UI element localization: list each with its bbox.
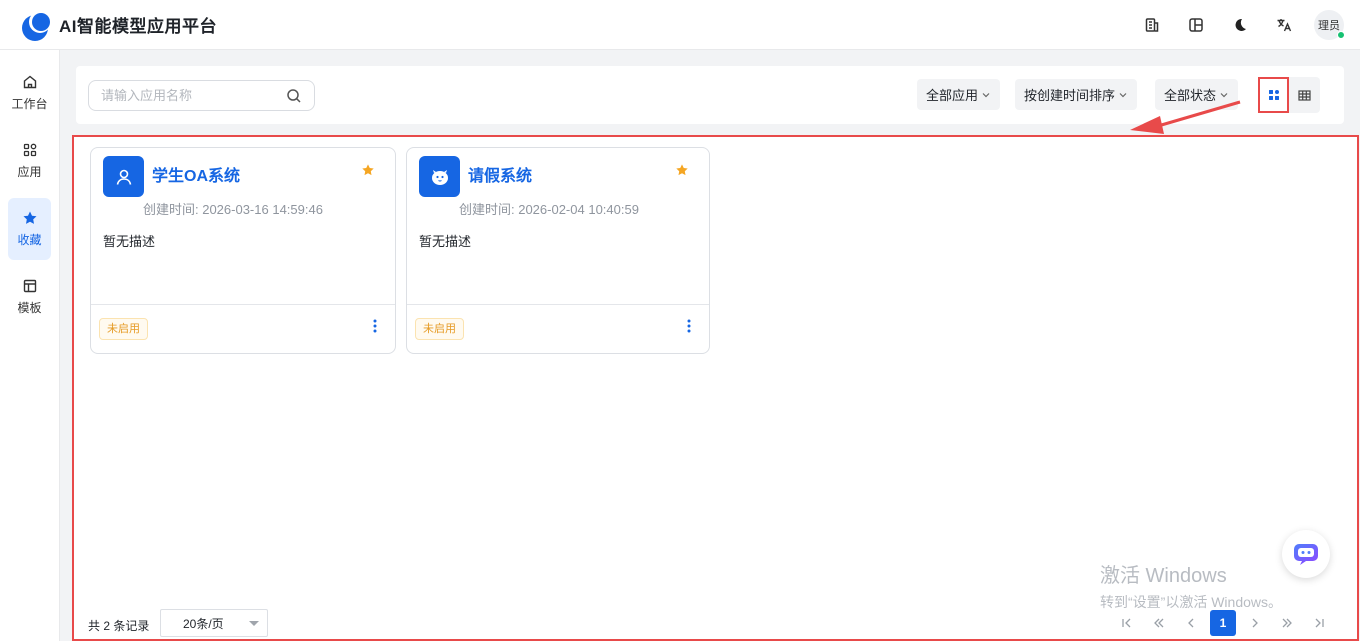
- app-title: AI智能模型应用平台: [59, 17, 217, 36]
- star-icon: [23, 211, 36, 224]
- grid-icon: [1268, 90, 1279, 100]
- first-page-icon[interactable]: [1111, 610, 1143, 636]
- search-box: [88, 80, 315, 111]
- home-icon: [23, 75, 36, 89]
- chatbot-button[interactable]: [1282, 530, 1330, 578]
- avatar-text: 理员: [1318, 20, 1340, 32]
- sidebar-item-label: 应用: [17, 165, 42, 179]
- sidebar-item-label: 收藏: [17, 233, 42, 247]
- favorite-star-icon[interactable]: [361, 163, 375, 177]
- online-status-dot: [1337, 31, 1345, 39]
- sidebar-item-label: 工作台: [11, 97, 48, 111]
- prev-group-icon[interactable]: [1143, 610, 1175, 636]
- status-filter-dropdown[interactable]: 全部状态: [1155, 79, 1239, 110]
- status-badge: 未启用: [415, 318, 464, 340]
- chatbot-icon: [1294, 544, 1318, 565]
- page-number-current[interactable]: 1: [1210, 610, 1236, 636]
- user-icon: [103, 156, 144, 197]
- watermark-line2: 转到“设置”以激活 Windows。: [1100, 594, 1283, 610]
- app-filter-label: 全部应用: [926, 88, 979, 103]
- filter-toolbar: 全部应用 按创建时间排序 全部状态: [76, 66, 1344, 124]
- translate-icon[interactable]: [1262, 0, 1306, 50]
- app-logo: [22, 10, 51, 41]
- sidebar: 工作台 应用 收藏 模板: [0, 50, 60, 641]
- more-vertical-icon[interactable]: [373, 319, 377, 333]
- building-icon[interactable]: [1130, 0, 1174, 50]
- created-time: 创建时间: 2026-02-04 10:40:59: [459, 202, 639, 217]
- card-footer: 未启用: [91, 304, 395, 354]
- caret-down-icon: [249, 621, 259, 626]
- bot-face-icon: [419, 156, 460, 197]
- chevron-down-icon: [1220, 92, 1228, 97]
- created-time: 创建时间: 2026-03-16 14:59:46: [143, 202, 323, 217]
- sidebar-item-apps[interactable]: 应用: [8, 130, 51, 192]
- last-page-icon[interactable]: [1303, 610, 1335, 636]
- chevron-down-icon: [982, 92, 990, 97]
- user-avatar[interactable]: 理员: [1314, 10, 1345, 40]
- sort-dropdown[interactable]: 按创建时间排序: [1015, 79, 1138, 110]
- pagination: 1: [1111, 610, 1335, 636]
- app-card[interactable]: 学生OA系统 创建时间: 2026-03-16 14:59:46 暂无描述 未启…: [90, 147, 396, 354]
- sidebar-item-label: 模板: [17, 301, 42, 315]
- more-vertical-icon[interactable]: [687, 319, 691, 333]
- chevron-down-icon: [1119, 92, 1127, 97]
- page-size-select[interactable]: 20条/页: [160, 609, 268, 637]
- total-records: 共 2 条记录: [88, 619, 150, 633]
- app-card[interactable]: 请假系统 创建时间: 2026-02-04 10:40:59 暂无描述 未启用: [406, 147, 710, 354]
- search-input[interactable]: [101, 88, 286, 103]
- next-group-icon[interactable]: [1271, 610, 1303, 636]
- template-icon: [23, 279, 36, 293]
- status-badge: 未启用: [99, 318, 148, 340]
- page-size-label: 20条/页: [183, 616, 224, 631]
- app-description: 暂无描述: [103, 234, 156, 249]
- layout-icon[interactable]: [1174, 0, 1218, 50]
- search-icon[interactable]: [286, 88, 302, 104]
- favorite-star-icon[interactable]: [675, 163, 689, 177]
- app-name[interactable]: 学生OA系统: [152, 162, 240, 186]
- card-view-button[interactable]: [1258, 77, 1289, 113]
- app-name[interactable]: 请假系统: [468, 162, 532, 186]
- sidebar-item-templates[interactable]: 模板: [8, 266, 51, 328]
- sort-label: 按创建时间排序: [1024, 88, 1116, 103]
- sidebar-item-workbench[interactable]: 工作台: [8, 62, 51, 124]
- table-icon: [1298, 89, 1311, 101]
- app-description: 暂无描述: [419, 234, 472, 249]
- windows-activation-watermark: 激活 Windows 转到“设置”以激活 Windows。: [1100, 559, 1282, 612]
- status-filter-label: 全部状态: [1164, 88, 1217, 103]
- card-footer: 未启用: [407, 304, 709, 354]
- watermark-line1: 激活 Windows: [1100, 565, 1227, 587]
- app-filter-dropdown[interactable]: 全部应用: [917, 79, 1001, 110]
- next-page-icon[interactable]: [1239, 610, 1271, 636]
- moon-icon[interactable]: [1218, 0, 1262, 50]
- app-card-area: 学生OA系统 创建时间: 2026-03-16 14:59:46 暂无描述 未启…: [72, 135, 1359, 641]
- table-view-button[interactable]: [1289, 77, 1320, 113]
- apps-icon: [23, 143, 36, 157]
- prev-page-icon[interactable]: [1175, 610, 1207, 636]
- top-header: AI智能模型应用平台 理员: [0, 0, 1360, 50]
- sidebar-item-favorites[interactable]: 收藏: [8, 198, 51, 260]
